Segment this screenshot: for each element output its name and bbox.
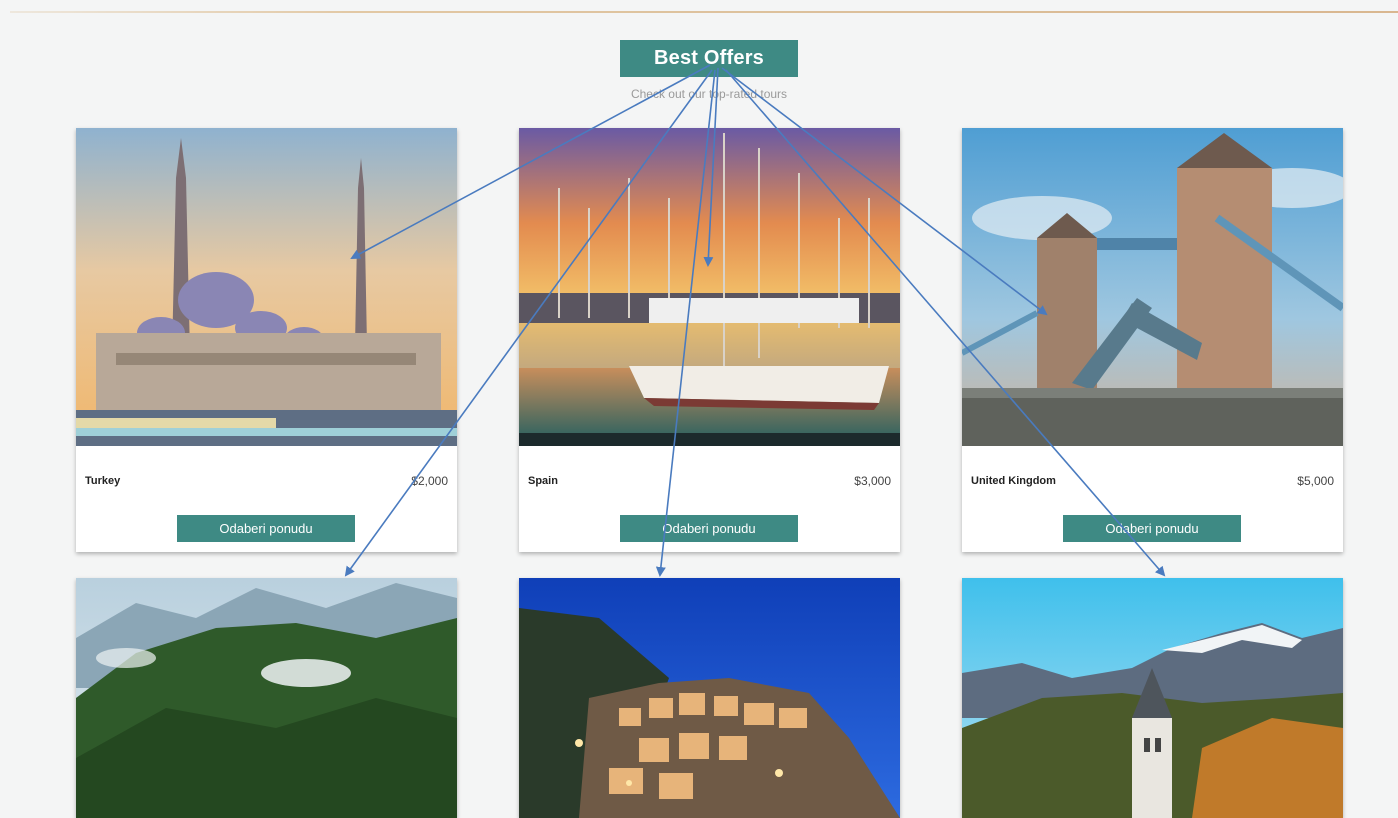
istanbul-mosque-photo[interactable] — [76, 128, 457, 446]
alpine-church-village-photo[interactable] — [962, 578, 1343, 818]
offer-card-mountains — [76, 578, 457, 818]
best-offers-title: Best Offers — [620, 40, 798, 77]
offer-country: Spain — [528, 475, 558, 487]
offer-card-cliff-village — [519, 578, 900, 818]
offer-card-spain: Spain $3,000 Odaberi ponudu — [519, 128, 900, 552]
choose-offer-button[interactable]: Odaberi ponudu — [620, 515, 798, 542]
marina-sailboats-photo[interactable] — [519, 128, 900, 446]
offer-info-row: United Kingdom $5,000 — [971, 474, 1334, 488]
offer-country: Turkey — [85, 475, 121, 487]
cliffside-village-night-photo[interactable] — [519, 578, 900, 818]
choose-offer-button[interactable]: Odaberi ponudu — [177, 515, 355, 542]
offer-card-alpine-village — [962, 578, 1343, 818]
top-divider — [10, 11, 1398, 13]
offer-price: $2,000 — [411, 474, 448, 488]
offer-price: $3,000 — [854, 474, 891, 488]
best-offers-subtitle: Check out our top-rated tours — [630, 87, 788, 101]
tower-bridge-photo[interactable] — [962, 128, 1343, 446]
offer-info-row: Turkey $2,000 — [85, 474, 448, 488]
offer-info-row: Spain $3,000 — [528, 474, 891, 488]
forested-mountains-photo[interactable] — [76, 578, 457, 818]
choose-offer-button[interactable]: Odaberi ponudu — [1063, 515, 1241, 542]
offer-card-turkey: Turkey $2,000 Odaberi ponudu — [76, 128, 457, 552]
offer-country: United Kingdom — [971, 475, 1056, 487]
offer-price: $5,000 — [1297, 474, 1334, 488]
offer-card-united-kingdom: United Kingdom $5,000 Odaberi ponudu — [962, 128, 1343, 552]
